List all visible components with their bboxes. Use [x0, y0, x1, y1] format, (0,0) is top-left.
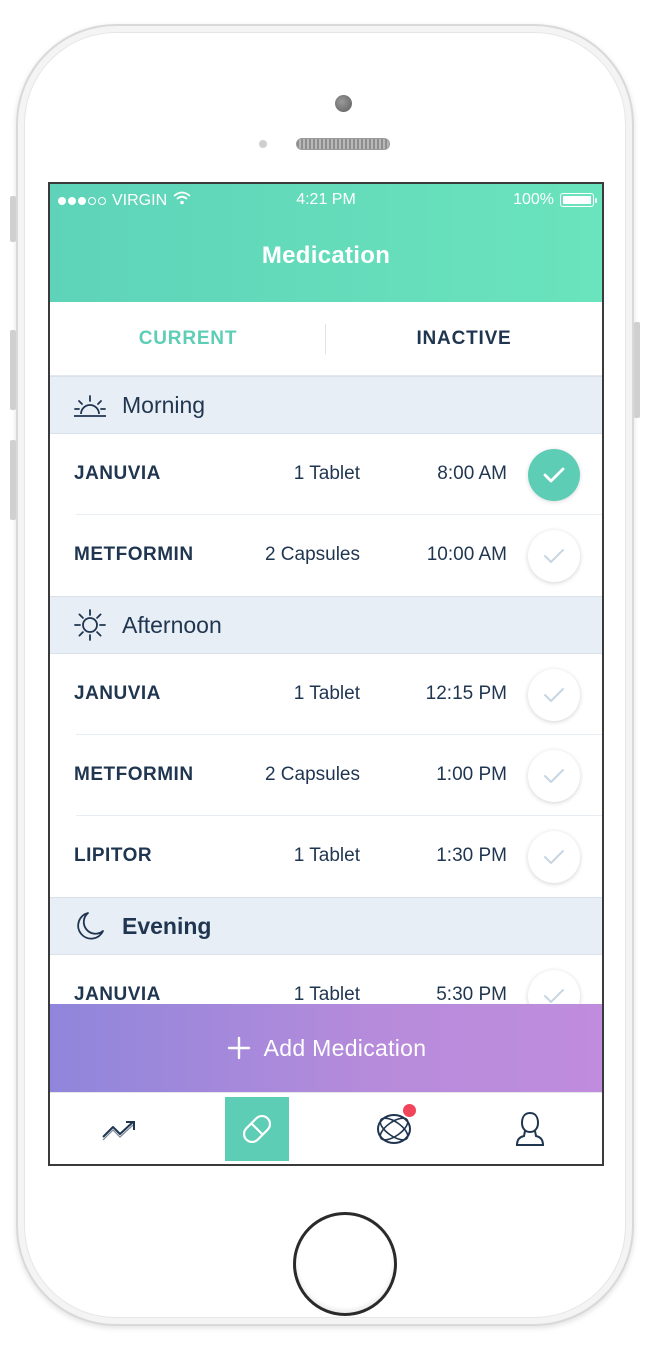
- medication-time: 5:30 PM: [436, 984, 507, 1005]
- medication-name: LIPITOR: [74, 845, 153, 866]
- tab-bar-profile[interactable]: [498, 1097, 562, 1161]
- medication-name: JANUVIA: [74, 463, 161, 484]
- medication-name: JANUVIA: [74, 683, 161, 704]
- notification-dot: [403, 1104, 416, 1117]
- proximity-sensor: [259, 140, 267, 148]
- volume-up-button: [10, 330, 16, 410]
- mark-taken-button[interactable]: [528, 669, 580, 721]
- medication-row[interactable]: LIPITOR 1 Tablet 1:30 PM: [50, 816, 602, 897]
- medication-dose: 1 Tablet: [293, 984, 360, 1005]
- medication-time: 8:00 AM: [437, 463, 507, 484]
- add-medication-label: Add Medication: [263, 1034, 427, 1061]
- mark-taken-button[interactable]: [528, 831, 580, 883]
- medication-row[interactable]: JANUVIA 1 Tablet 8:00 AM: [50, 434, 602, 515]
- section-header-evening: Evening: [50, 897, 602, 955]
- tab-divider: [325, 324, 326, 354]
- section-label: Morning: [122, 391, 206, 418]
- section-header-morning: Morning: [50, 376, 602, 434]
- battery-percent: 100%: [513, 191, 554, 208]
- medication-time: 10:00 AM: [426, 544, 507, 565]
- bottom-tab-bar: [50, 1092, 602, 1164]
- checkmark-icon: [542, 986, 566, 1006]
- status-right: 100%: [513, 191, 597, 209]
- medication-dose: 2 Capsules: [264, 764, 360, 785]
- medication-dose: 1 Tablet: [293, 683, 360, 704]
- add-medication-button[interactable]: Add Medication: [50, 1004, 602, 1092]
- tab-bar-medication[interactable]: [225, 1097, 289, 1161]
- section-label: Evening: [122, 912, 212, 939]
- medication-time: 1:00 PM: [436, 764, 507, 785]
- power-button: [634, 322, 640, 418]
- volume-down-button: [10, 440, 16, 520]
- status-bar: VIRGIN 4:21 PM 100%: [50, 184, 602, 218]
- medication-row[interactable]: METFORMIN 2 Capsules 1:00 PM: [50, 735, 602, 816]
- medication-time: 1:30 PM: [436, 845, 507, 866]
- tab-inactive[interactable]: INACTIVE: [326, 302, 602, 375]
- checkmark-icon: [542, 847, 566, 867]
- front-camera: [335, 95, 352, 112]
- medication-name: METFORMIN: [74, 544, 194, 565]
- page-title: Medication: [261, 242, 391, 269]
- medication-name: METFORMIN: [74, 764, 194, 785]
- moon-icon: [72, 908, 108, 944]
- mark-taken-button[interactable]: [528, 449, 580, 501]
- tab-bar-community[interactable]: [362, 1097, 426, 1161]
- medication-dose: 1 Tablet: [293, 463, 360, 484]
- mute-switch: [10, 196, 16, 242]
- battery-icon: [560, 193, 597, 207]
- sunrise-icon: [72, 387, 108, 423]
- medication-dose: 2 Capsules: [264, 544, 360, 565]
- section-header-afternoon: Afternoon: [50, 596, 602, 654]
- medication-name: JANUVIA: [74, 984, 161, 1005]
- checkmark-icon: [542, 766, 566, 786]
- medication-list: Morning JANUVIA 1 Tablet 8:00 AM METFORMIN 2 …: [50, 376, 602, 1036]
- checkmark-icon: [542, 465, 566, 485]
- mark-taken-button[interactable]: [528, 750, 580, 802]
- plus-icon: [227, 1036, 250, 1060]
- tab-bar-trends[interactable]: [88, 1097, 152, 1161]
- medication-row[interactable]: METFORMIN 2 Capsules 10:00 AM: [50, 515, 602, 596]
- medication-dose: 1 Tablet: [293, 845, 360, 866]
- earpiece-speaker: [296, 138, 390, 150]
- app-header: VIRGIN 4:21 PM 100% Medication: [50, 184, 602, 302]
- tab-current[interactable]: CURRENT: [50, 302, 326, 375]
- home-button[interactable]: [293, 1212, 397, 1316]
- medication-time: 12:15 PM: [425, 683, 507, 704]
- section-label: Afternoon: [122, 611, 222, 638]
- segment-tabs: CURRENT INACTIVE: [50, 302, 602, 376]
- profile-icon: [515, 1111, 545, 1146]
- pill-icon: [242, 1114, 272, 1144]
- medication-row[interactable]: JANUVIA 1 Tablet 12:15 PM: [50, 654, 602, 735]
- checkmark-icon: [542, 546, 566, 566]
- app-screen: VIRGIN 4:21 PM 100% Medication CURRENT I…: [48, 182, 604, 1166]
- sun-icon: [72, 607, 108, 643]
- checkmark-icon: [542, 685, 566, 705]
- trend-chart-icon: [102, 1121, 135, 1141]
- mark-taken-button[interactable]: [528, 530, 580, 582]
